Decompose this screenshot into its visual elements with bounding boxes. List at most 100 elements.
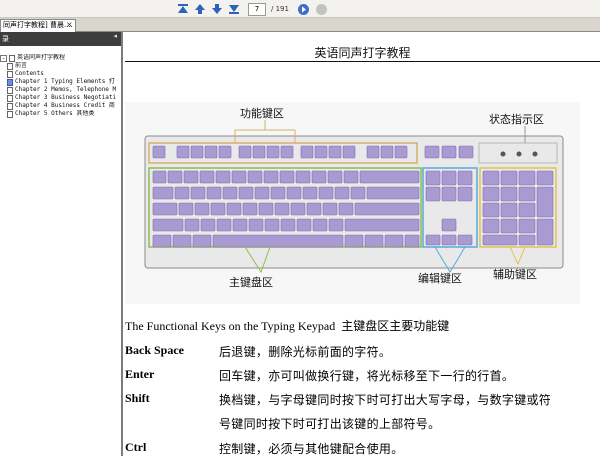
- document-tab[interactable]: 同声打字教程] 曹晨....: [0, 19, 76, 32]
- keyboard-key: [338, 202, 354, 216]
- keyboard-key: [306, 202, 322, 216]
- page-number-input[interactable]: 7: [248, 2, 266, 16]
- keyboard-key: [354, 202, 420, 216]
- document-icon: [9, 54, 15, 62]
- keyboard-key: [518, 186, 536, 202]
- tree-item[interactable]: Chapter 3 Business Negotiati: [0, 94, 121, 102]
- keyboard-key: [190, 186, 206, 200]
- tree-item-label: Contents: [15, 70, 44, 77]
- keyboard-key: [482, 186, 500, 202]
- status-indicator-callout: 状态指示区: [489, 113, 544, 126]
- keyboard-key: [247, 170, 263, 184]
- document-icon: [7, 78, 13, 86]
- keyboard-key: [263, 170, 279, 184]
- keyboard-key: [238, 145, 252, 159]
- keyboard-key: [279, 170, 295, 184]
- keyboard-key: [518, 234, 536, 246]
- status-led: [532, 151, 538, 157]
- keyboard-key: [311, 170, 327, 184]
- keyboard-key: [280, 218, 296, 232]
- keyboard-key: [290, 202, 306, 216]
- keyboard-key: [328, 145, 342, 159]
- page-title: 英语同声打字教程: [314, 46, 411, 60]
- tree-item-label: Chapter 5 Others 其他类: [15, 110, 95, 117]
- keyboard-key: [212, 234, 344, 248]
- tree-item-root[interactable]: - 英语同声打字教程: [0, 54, 121, 62]
- keyboard-key: [322, 202, 338, 216]
- edit-keys-callout: 编辑键区: [418, 272, 462, 285]
- tree-item[interactable]: Contents: [0, 70, 121, 78]
- keyboard-key: [286, 186, 302, 200]
- numpad-callout: 辅助键区: [493, 268, 537, 281]
- keyboard-key: [404, 234, 420, 248]
- sidebar-header: 录 ◂: [0, 32, 121, 46]
- keyboard-key: [536, 186, 554, 218]
- go-arrow-icon: [301, 6, 306, 12]
- previous-page-button[interactable]: [193, 2, 207, 16]
- go-button[interactable]: [297, 3, 309, 15]
- document-tab-bar: 同声打字教程] 曹晨.... ×: [0, 18, 600, 32]
- collapse-node-icon[interactable]: -: [0, 54, 7, 62]
- keyboard-key: [238, 186, 254, 200]
- tree-item-label: 前言: [15, 62, 28, 69]
- keyboard-key: [218, 145, 232, 159]
- tree-item[interactable]: Chapter 1 Typing Elements 打: [0, 78, 121, 86]
- status-led: [500, 151, 506, 157]
- keyboard-key: [366, 145, 380, 159]
- keyboard-key: [167, 170, 183, 184]
- keyboard-key: [359, 170, 420, 184]
- keyboard-key: [242, 202, 258, 216]
- collapse-sidebar-icon[interactable]: ◂: [113, 32, 117, 40]
- tree-item[interactable]: Chapter 2 Memos, Telephone M: [0, 86, 121, 94]
- keyboard-key: [457, 234, 473, 246]
- keyboard-key: [441, 145, 457, 159]
- keyboard-key: [206, 186, 222, 200]
- keyboard-key: [210, 202, 226, 216]
- function-keys-callout: 功能键区: [240, 107, 284, 120]
- keyboard-key: [441, 170, 457, 186]
- tree-item[interactable]: Chapter 5 Others 其他类: [0, 110, 121, 118]
- keyboard-key: [152, 218, 184, 232]
- keyboard-key: [482, 218, 500, 234]
- arrow-up-icon: [195, 4, 205, 14]
- term-enter: Enter: [125, 367, 155, 381]
- title-divider: [125, 61, 600, 62]
- keyboard-key: [199, 170, 215, 184]
- keyboard-key: [344, 234, 364, 248]
- close-tab-icon[interactable]: ×: [66, 20, 73, 29]
- page-total: / 191: [271, 5, 289, 13]
- keyboard-key: [318, 186, 334, 200]
- keyboard-key: [394, 145, 408, 159]
- keyboard-key: [194, 202, 210, 216]
- keyboard-key: [518, 218, 536, 234]
- definition-ctrl: 控制键，必须与其他键配合使用。: [219, 442, 404, 456]
- stop-button[interactable]: [315, 3, 327, 15]
- keyboard-key: [344, 218, 420, 232]
- bookmark-tree: - 英语同声打字教程 前言 Contents Chapter 1 Typing …: [0, 46, 121, 118]
- keyboard-key: [518, 202, 536, 218]
- definition-shift-line2: 号键同时按下时可打出该键的上部符号。: [219, 417, 441, 431]
- first-page-button[interactable]: [176, 2, 190, 16]
- keyboard-key: [174, 186, 190, 200]
- document-page: 英语同声打字教程 功能键区 状态指示区 主键盘区 编辑键区 辅助键区 The F…: [125, 32, 600, 456]
- toolbar: 7 / 191: [0, 0, 600, 18]
- next-page-button[interactable]: [210, 2, 224, 16]
- keyboard-key: [482, 170, 500, 186]
- keyboard-key: [482, 234, 518, 246]
- keyboard-key: [216, 218, 232, 232]
- main-keys-callout: 主键盘区: [229, 276, 273, 289]
- section-intro-cn: 主键盘区主要功能键: [341, 319, 450, 333]
- keyboard-key: [536, 170, 554, 186]
- tree-item[interactable]: 前言: [0, 62, 121, 70]
- keyboard-key: [215, 170, 231, 184]
- page-navigation: 7 / 191: [176, 2, 327, 16]
- first-page-icon: [178, 4, 188, 13]
- last-page-button[interactable]: [227, 2, 241, 16]
- keyboard-key: [254, 186, 270, 200]
- keyboard-key: [152, 186, 174, 200]
- document-icon: [7, 102, 13, 110]
- document-icon: [7, 62, 13, 70]
- keyboard-key: [500, 218, 518, 234]
- document-icon: [7, 110, 13, 118]
- tree-item[interactable]: Chapter 4 Business Credit 商: [0, 102, 121, 110]
